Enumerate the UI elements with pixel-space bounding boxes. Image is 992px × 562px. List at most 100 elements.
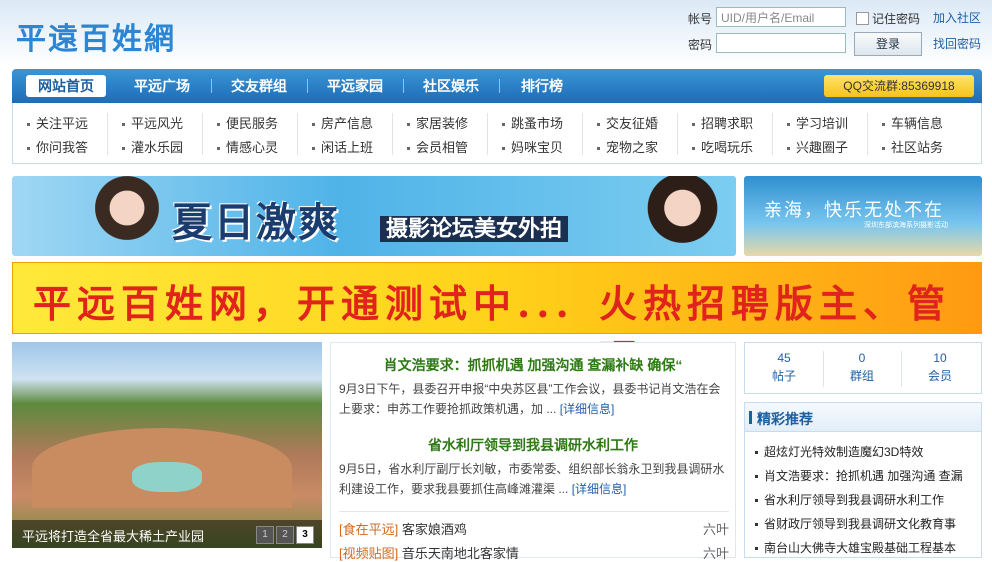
subnav-item[interactable]: 招聘求职 [692, 113, 753, 132]
bullet-icon [755, 451, 758, 455]
beach-banner[interactable]: 亲海，快乐无处不在 深圳东部滨海系列摄影活动 [744, 176, 982, 256]
account-input[interactable]: UID/用户名/Email [716, 7, 846, 27]
bullet-icon [407, 147, 410, 151]
nav-ranking[interactable]: 排行榜 [507, 75, 577, 97]
bullet-icon [27, 147, 30, 151]
recommend-item[interactable]: 省水利厅领导到我县调研水利工作 [755, 491, 944, 508]
summer-banner-title: 夏日激爽 [172, 200, 340, 246]
bullet-icon [217, 147, 220, 151]
bullet-icon [597, 147, 600, 151]
subnav-item[interactable]: 灌水乐园 [122, 137, 183, 156]
nav-divider [403, 79, 404, 93]
password-input[interactable] [716, 33, 846, 53]
subnav-item[interactable]: 你问我答 [27, 137, 88, 156]
bullet-icon [787, 147, 790, 151]
subnav-item[interactable]: 关注平远 [27, 113, 88, 132]
subnav-item[interactable]: 情感心灵 [217, 137, 278, 156]
nav-groups[interactable]: 交友群组 [219, 75, 299, 97]
subnav-item[interactable]: 平远风光 [122, 113, 183, 132]
bullet-icon [312, 147, 315, 151]
summer-photo-banner[interactable]: 夏日激爽 摄影论坛美女外拍 [12, 176, 736, 256]
bullet-icon [787, 123, 790, 127]
landscape-pool [132, 462, 202, 492]
password-label: 密码 [688, 38, 713, 52]
site-logo[interactable]: 平遠百姓網 [16, 14, 176, 58]
subnav-divider [392, 113, 393, 155]
bullet-icon [122, 123, 125, 127]
photo-slideshow[interactable]: 平远将打造全省最大稀土产业园 1 2 3 [12, 342, 322, 548]
subnav-item[interactable]: 便民服务 [217, 113, 278, 132]
bullet-icon [217, 123, 220, 127]
subnav-item[interactable]: 家居装修 [407, 113, 468, 132]
news-more-link[interactable]: [详细信息] [572, 482, 627, 496]
bullet-icon [502, 147, 505, 151]
subnav-item[interactable]: 交友征婚 [597, 113, 658, 132]
subnav-item[interactable]: 闲话上班 [312, 137, 373, 156]
subnav-item[interactable]: 跳蚤市场 [502, 113, 563, 132]
subnav-item[interactable]: 房产信息 [312, 113, 373, 132]
recommend-item[interactable]: 南台山大佛寺大雄宝殿基础工程基本 [755, 539, 956, 556]
subnav-item[interactable]: 学习培训 [787, 113, 848, 132]
login-button[interactable]: 登录 [854, 32, 922, 56]
subnav-divider [772, 113, 773, 155]
bullet-icon [407, 123, 410, 127]
nav-plaza[interactable]: 平远广场 [122, 75, 202, 97]
recruitment-banner[interactable]: 平远百姓网，开通测试中... 火热招聘版主、管理 [12, 262, 982, 381]
nav-entertainment[interactable]: 社区娱乐 [411, 75, 491, 97]
subnav-item[interactable]: 妈咪宝贝 [502, 137, 563, 156]
subnav-divider [297, 113, 298, 155]
recommend-title: 精彩推荐 [757, 411, 813, 427]
stat-members[interactable]: 10 会员 [905, 351, 975, 384]
slide-page-1[interactable]: 1 [256, 526, 274, 544]
news-headline[interactable]: 肖文浩要求：抓抓机遇 加强沟通 查漏补缺 确保“ [331, 355, 735, 375]
community-stats: 45 帖子 0 群组 10 会员 [744, 342, 982, 394]
slide-page-2[interactable]: 2 [276, 526, 294, 544]
account-label: 帐号 [688, 12, 713, 26]
bullet-icon [312, 123, 315, 127]
beach-banner-subtext: 深圳东部滨海系列摄影活动 [864, 222, 948, 229]
beach-banner-text: 亲海，快乐无处不在 [764, 200, 944, 221]
subnav-divider [487, 113, 488, 155]
join-community-link[interactable]: 加入社区 [933, 9, 981, 26]
bullet-icon [597, 123, 600, 127]
recommend-item[interactable]: 省财政厅领导到我县调研文化教育事 [755, 515, 956, 532]
recommend-header: 精彩推荐 [745, 403, 981, 432]
remember-label[interactable]: 记住密码 [872, 10, 920, 27]
qq-group-badge[interactable]: QQ交流群:85369918 [824, 75, 974, 97]
list-item[interactable]: [视频贴图] 音乐天南地北客家情 六叶 [339, 543, 729, 562]
model-photo [82, 176, 172, 256]
recover-password-link[interactable]: 找回密码 [933, 35, 981, 52]
subnav-item[interactable]: 会员相管 [407, 137, 468, 156]
subnav-item[interactable]: 宠物之家 [597, 137, 658, 156]
bullet-icon [122, 147, 125, 151]
stat-groups[interactable]: 0 群组 [827, 351, 897, 384]
recommend-panel: 精彩推荐 超炫灯光特效制造魔幻3D特效 肖文浩要求：抢抓机遇 加强沟通 查漏 省… [744, 402, 982, 558]
model-photo [642, 176, 732, 256]
subnav-item[interactable]: 吃喝玩乐 [692, 137, 753, 156]
summer-banner-subtitle: 摄影论坛美女外拍 [380, 216, 569, 242]
bullet-icon [502, 123, 505, 127]
recommend-item[interactable]: 超炫灯光特效制造魔幻3D特效 [755, 443, 923, 460]
subnav-item[interactable]: 兴趣圈子 [787, 137, 848, 156]
bullet-icon [755, 475, 758, 479]
news-more-link[interactable]: [详细信息] [560, 402, 615, 416]
news-panel: 肖文浩要求：抓抓机遇 加强沟通 查漏补缺 确保“ 9月3日下午，县委召开申报“中… [330, 342, 736, 561]
slide-page-3[interactable]: 3 [296, 526, 314, 544]
news-headline[interactable]: 省水利厅领导到我县调研水利工作 [331, 435, 735, 455]
subnav-divider [582, 113, 583, 155]
nav-divider [499, 79, 500, 93]
nav-home[interactable]: 网站首页 [26, 75, 106, 97]
bullet-icon [755, 499, 758, 503]
divider [339, 511, 729, 512]
subnav-item[interactable]: 车辆信息 [882, 113, 943, 132]
remember-checkbox[interactable] [856, 12, 869, 25]
list-item[interactable]: [食在平远] 客家娘酒鸡 六叶 [339, 519, 729, 538]
bullet-icon [882, 123, 885, 127]
stat-divider [901, 351, 902, 387]
subnav-item[interactable]: 社区站务 [882, 137, 943, 156]
slideshow-caption[interactable]: 平远将打造全省最大稀土产业园 [22, 526, 204, 545]
recommend-item[interactable]: 肖文浩要求：抢抓机遇 加强沟通 查漏 [755, 467, 963, 484]
nav-home-town[interactable]: 平远家园 [315, 75, 395, 97]
stat-posts[interactable]: 45 帖子 [749, 351, 819, 384]
subnav-divider [202, 113, 203, 155]
